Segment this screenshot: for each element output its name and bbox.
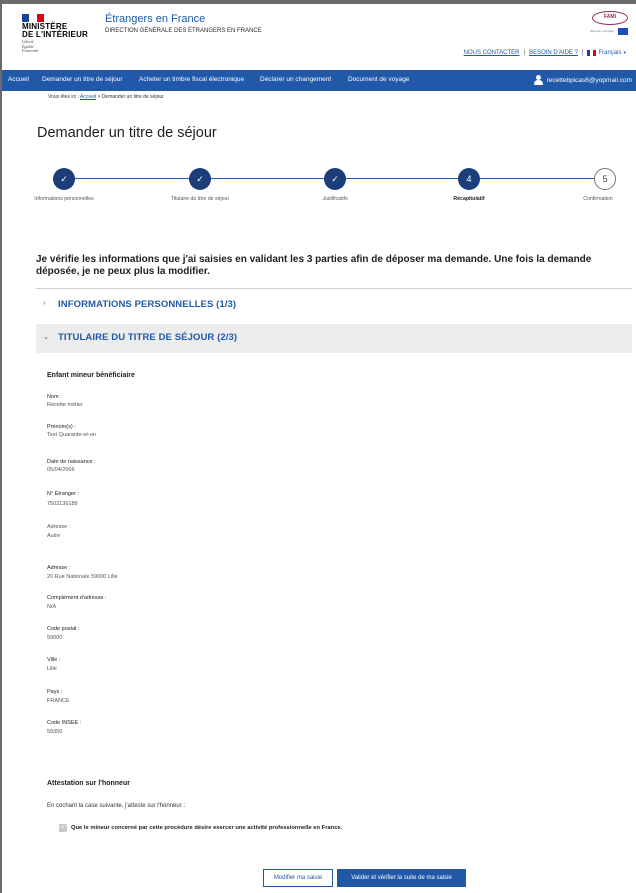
step-3-label: Justificatifs: [322, 196, 348, 202]
step-4-label: Récapitulatif: [453, 196, 485, 202]
field-label-birth-date: Date de naissance :: [47, 459, 96, 465]
breadcrumb-home-link[interactable]: Accueil: [80, 94, 96, 100]
chevron-right-icon: ›: [43, 300, 46, 307]
user-email: recettebpicas6@yopmail.com: [546, 76, 632, 84]
step-1-done: ✓: [53, 168, 75, 190]
field-label-insee-code: Code INSEE :: [47, 720, 82, 726]
check-icon: ✓: [60, 174, 68, 184]
step-1-label: Informations personnelles: [34, 196, 94, 202]
field-value-foreigner-number: 7503136189: [47, 501, 78, 507]
nav-item-declare-change[interactable]: Déclarer un changement: [260, 76, 331, 83]
modify-entry-button[interactable]: Modifier ma saisie: [263, 869, 333, 887]
step-5-pending: 5: [594, 168, 616, 190]
language-label: Français: [598, 50, 622, 56]
field-value-city: Lille: [47, 666, 57, 672]
accordion-personal-info[interactable]: › INFORMATIONS PERSONNELLES (1/3): [36, 291, 632, 320]
step-2-label: Titulaire du titre de séjour: [170, 196, 230, 202]
ministry-logo-text: MINISTÈRE DE L'INTÉRIEUR: [22, 23, 88, 39]
eu-flag-icon: [618, 28, 628, 35]
breadcrumb-current: Demander un titre de séjour: [101, 94, 164, 100]
field-label-address: Adresse :: [47, 565, 71, 571]
check-icon: ✓: [331, 174, 339, 184]
site-subtitle: DIRECTION GÉNÉRALE DES ÉTRANGERS EN FRAN…: [105, 28, 262, 34]
attestation-checkbox-label[interactable]: Que le mineur concerné par cette procédu…: [71, 825, 342, 831]
step-5-label: Confirmation: [583, 196, 613, 202]
field-value-address-complement: N/A: [47, 604, 57, 610]
field-value-address-type: Autre: [47, 533, 61, 539]
link-separator: |: [523, 50, 526, 56]
fami-tagline: l'Europe s'engage: [590, 29, 614, 33]
field-value-insee-code: 59350: [47, 729, 63, 735]
field-label-last-name: Nom :: [47, 394, 62, 400]
field-label-address-type: Adresse :: [47, 524, 71, 530]
ministry-line-2: DE L'INTÉRIEUR: [22, 30, 89, 39]
step-4-current: 4: [458, 168, 480, 190]
accordion-residence-permit-holder[interactable]: ⌄ TITULAIRE DU TITRE DE SÉJOUR (2/3): [36, 324, 632, 353]
nav-item-travel-document[interactable]: Document de voyage: [348, 76, 409, 83]
site-header: MINISTÈRE DE L'INTÉRIEUR Liberté Égalité…: [2, 4, 636, 70]
divider: [36, 288, 632, 289]
attestation-title: Attestation sur l'honneur: [47, 780, 130, 787]
chevron-down-icon: ⌄: [43, 334, 49, 341]
attestation-text: En cochant la case suivante, j'atteste s…: [47, 803, 186, 809]
motto-fraternite: Fraternité: [22, 48, 39, 53]
field-value-first-names: Test Quarante-et-un: [47, 432, 96, 438]
accordion-title: INFORMATIONS PERSONNELLES (1/3): [58, 299, 237, 310]
breadcrumb-separator: >: [97, 94, 101, 100]
chevron-down-icon: ▾: [623, 50, 626, 56]
step-3-done: ✓: [324, 168, 346, 190]
validate-continue-button[interactable]: Valider et vérifier la suite de ma saisi…: [337, 869, 466, 887]
field-value-birth-date: 05/04/2006: [47, 467, 75, 473]
republic-motto: Liberté Égalité Fraternité: [22, 39, 39, 54]
field-label-city: Ville :: [47, 657, 61, 663]
main-navigation: Accueil Demander un titre de séjour Ache…: [2, 70, 636, 91]
contact-link[interactable]: NOUS CONTACTER: [464, 50, 520, 56]
fami-logo-text: FAMI: [592, 11, 628, 25]
user-icon: [533, 75, 543, 85]
help-link[interactable]: BESOIN D'AIDE ?: [529, 50, 578, 56]
breadcrumb: Vous êtes ici : Accueil > Demander un ti…: [48, 94, 164, 100]
step-2-done: ✓: [189, 168, 211, 190]
breadcrumb-prefix: Vous êtes ici :: [48, 94, 79, 100]
nav-item-home[interactable]: Accueil: [8, 76, 29, 83]
french-flag-icon: [587, 50, 597, 56]
field-value-country: FRANCE: [47, 698, 70, 704]
fami-partner-logo: FAMI l'Europe s'engage: [590, 9, 630, 39]
field-value-last-name: Recette métier: [47, 402, 83, 408]
field-label-address-complement: Complément d'adresse :: [47, 595, 107, 601]
header-links: NOUS CONTACTER | BESOIN D'AIDE ? | Franç…: [464, 50, 626, 56]
intro-text: Je vérifie les informations que j'ai sai…: [36, 254, 592, 277]
nav-item-request-residence-permit[interactable]: Demander un titre de séjour: [42, 76, 123, 83]
field-value-postal-code: 59000: [47, 635, 63, 641]
field-label-first-names: Prénom(s) :: [47, 424, 76, 430]
panel-title: Enfant mineur bénéficiaire: [47, 372, 135, 379]
nav-item-buy-tax-stamp[interactable]: Acheter un timbre fiscal électronique: [139, 76, 244, 83]
site-title[interactable]: Étrangers en France: [105, 13, 205, 25]
check-icon: ✓: [60, 825, 66, 831]
accordion-title: TITULAIRE DU TITRE DE SÉJOUR (2/3): [58, 332, 238, 343]
language-selector[interactable]: Français ▾: [587, 50, 626, 56]
field-label-postal-code: Code postal :: [47, 626, 80, 632]
field-value-address: 20 Rue Nationale 59000 Lille: [47, 574, 118, 580]
user-menu[interactable]: recettebpicas6@yopmail.com: [533, 75, 632, 85]
link-separator: |: [581, 50, 584, 56]
republic-flag-logo: [22, 14, 44, 22]
field-label-country: Pays :: [47, 689, 63, 695]
attestation-checkbox[interactable]: ✓: [59, 824, 67, 832]
page-title: Demander un titre de séjour: [37, 125, 217, 141]
field-label-foreigner-number: N° Étranger :: [47, 491, 79, 497]
check-icon: ✓: [196, 174, 204, 184]
